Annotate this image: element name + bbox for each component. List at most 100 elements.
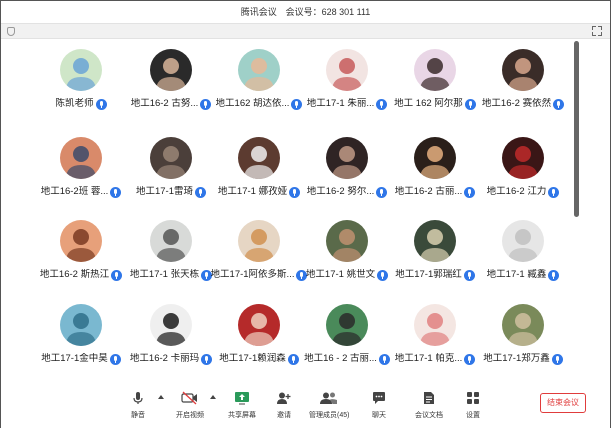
invite-button[interactable]: 邀请 (271, 391, 297, 425)
participant-name-row: 地工16-2 赛依然 (463, 98, 583, 111)
avatar[interactable] (60, 137, 102, 179)
avatar[interactable] (414, 137, 456, 179)
participant-tile[interactable]: 地工16-2 古丽... (385, 137, 485, 221)
avatar[interactable] (502, 137, 544, 179)
settings-button[interactable]: 设置 (462, 391, 484, 425)
participant-name-row: 地工17-1郑万鑫 (463, 353, 583, 366)
avatar[interactable] (150, 220, 192, 262)
participant-tile[interactable]: 地工16-2 赛依然 (473, 49, 573, 133)
participant-tile[interactable]: 地工16 - 2 古丽... (297, 304, 397, 388)
chat-bubble-icon (372, 391, 386, 405)
participant-name-row: 地工16-2 江力 (463, 186, 583, 199)
avatar[interactable] (238, 220, 280, 262)
participant-name: 地工16 - 2 古丽... (304, 353, 377, 364)
share-screen-button[interactable]: 共享屏幕 (227, 391, 257, 425)
participant-tile[interactable]: 地工17-1 张天栋 (121, 220, 221, 304)
share-screen-label: 共享屏幕 (228, 412, 256, 419)
invite-label: 邀请 (277, 412, 291, 419)
participant-name: 地工 162 阿尔那 (394, 98, 463, 109)
participant-name: 地工16-2 卡丽玛 (129, 353, 200, 364)
participant-name: 地工16-2 古丽... (394, 186, 463, 197)
avatar[interactable] (326, 220, 368, 262)
mute-options-caret[interactable] (158, 395, 164, 399)
title-bar: 腾讯会议 会议号：628 301 111 (1, 1, 610, 23)
grid-settings-icon (466, 391, 480, 405)
participant-name: 地工162 胡达依... (215, 98, 290, 109)
avatar[interactable] (60, 304, 102, 346)
video-options-caret[interactable] (210, 395, 216, 399)
scrollbar[interactable] (574, 41, 579, 217)
avatar[interactable] (326, 137, 368, 179)
avatar[interactable] (326, 304, 368, 346)
start-video-button[interactable]: 开启视频 (174, 391, 206, 425)
avatar[interactable] (502, 304, 544, 346)
meeting-docs-label: 会议文档 (415, 412, 443, 419)
avatar[interactable] (238, 137, 280, 179)
participant-tile[interactable]: 地工17-1 娜孜娅 (209, 137, 309, 221)
participant-tile[interactable]: 地工16-2 卡丽玛 (121, 304, 221, 388)
participant-name: 地工17-1 姚世文 (305, 269, 376, 280)
microphone-icon (131, 391, 145, 405)
participant-name: 地工17-1郑万鑫 (483, 353, 550, 364)
avatar[interactable] (60, 49, 102, 91)
avatar[interactable] (326, 49, 368, 91)
participant-tile[interactable]: 地工16-2 江力 (473, 137, 573, 221)
avatar[interactable] (414, 304, 456, 346)
participant-tile[interactable]: 地工16-2 努尔... (297, 137, 397, 221)
participant-name: 陈凯老师 (55, 98, 94, 109)
participant-tile[interactable]: 陈凯老师 (31, 49, 131, 133)
meeting-window: 腾讯会议 会议号：628 301 111 陈凯老师 地工16-2 古努... 地工1… (0, 0, 611, 428)
participant-tile[interactable]: 地工 162 阿尔那 (385, 49, 485, 133)
avatar[interactable] (502, 220, 544, 262)
participant-name: 地工17-1赖润森 (219, 353, 286, 364)
avatar[interactable] (150, 49, 192, 91)
participant-name: 地工17-1金中昊 (41, 353, 108, 364)
video-camera-off-icon (181, 391, 199, 405)
avatar[interactable] (238, 304, 280, 346)
participant-name: 地工16-2 赛依然 (481, 98, 552, 109)
chat-label: 聊天 (372, 412, 386, 419)
mute-button[interactable]: 静音 (125, 391, 151, 425)
start-video-label: 开启视频 (176, 412, 204, 419)
participant-tile[interactable]: 地工17-1赖润森 (209, 304, 309, 388)
avatar[interactable] (238, 49, 280, 91)
avatar[interactable] (414, 220, 456, 262)
participant-tile[interactable]: 地工17-1郭瑞红 (385, 220, 485, 304)
share-screen-icon (234, 391, 250, 405)
participant-name: 地工16-2班 蓉... (40, 186, 109, 197)
avatar[interactable] (60, 220, 102, 262)
participant-tile[interactable]: 地工162 胡达依... (209, 49, 309, 133)
end-meeting-button[interactable]: 结束会议 (540, 393, 586, 413)
participant-name: 地工17-1 朱丽... (306, 98, 375, 109)
avatar[interactable] (414, 49, 456, 91)
chat-button[interactable]: 聊天 (367, 391, 391, 425)
meeting-docs-button[interactable]: 会议文档 (413, 391, 445, 425)
avatar[interactable] (150, 137, 192, 179)
participant-name: 地工17-1 张天栋 (129, 269, 200, 280)
participant-tile[interactable]: 地工17-1 臧鑫 (473, 220, 573, 304)
participant-tile[interactable]: 地工17-1雷琦 (121, 137, 221, 221)
settings-label: 设置 (466, 412, 480, 419)
participant-tile[interactable]: 地工17-1 朱丽... (297, 49, 397, 133)
participant-tile[interactable]: 地工17-1郑万鑫 (473, 304, 573, 388)
microphone-icon (548, 186, 560, 198)
participant-name-row: 地工17-1 臧鑫 (463, 269, 583, 282)
participant-tile[interactable]: 地工16-2 斯热江 (31, 220, 131, 304)
participant-tile[interactable]: 地工16-2 古努... (121, 49, 221, 133)
avatar[interactable] (502, 49, 544, 91)
participant-name: 地工16-2 斯热江 (39, 269, 110, 280)
participant-tile[interactable]: 地工17-1 姚世文 (297, 220, 397, 304)
participant-tile[interactable]: 地工17-1金中昊 (31, 304, 131, 388)
participant-tile[interactable]: 地工17-1阿依多斯... (209, 220, 309, 304)
avatar[interactable] (150, 304, 192, 346)
participant-name: 地工16-2 古努... (130, 98, 199, 109)
shield-icon[interactable] (7, 27, 15, 36)
manage-members-label: 管理成员(45) (309, 412, 350, 419)
document-icon (422, 391, 436, 405)
bottom-toolbar: 静音 开启视频 共享屏幕 邀请 管理成员(45) 聊天 会议文档 设置 结束会议 (1, 389, 610, 428)
fullscreen-icon[interactable] (592, 26, 602, 36)
participant-tile[interactable]: 地工17-1 帕克... (385, 304, 485, 388)
manage-members-button[interactable]: 管理成员(45) (309, 391, 349, 425)
participant-name: 地工17-1郭瑞红 (395, 269, 462, 280)
participant-tile[interactable]: 地工16-2班 蓉... (31, 137, 131, 221)
